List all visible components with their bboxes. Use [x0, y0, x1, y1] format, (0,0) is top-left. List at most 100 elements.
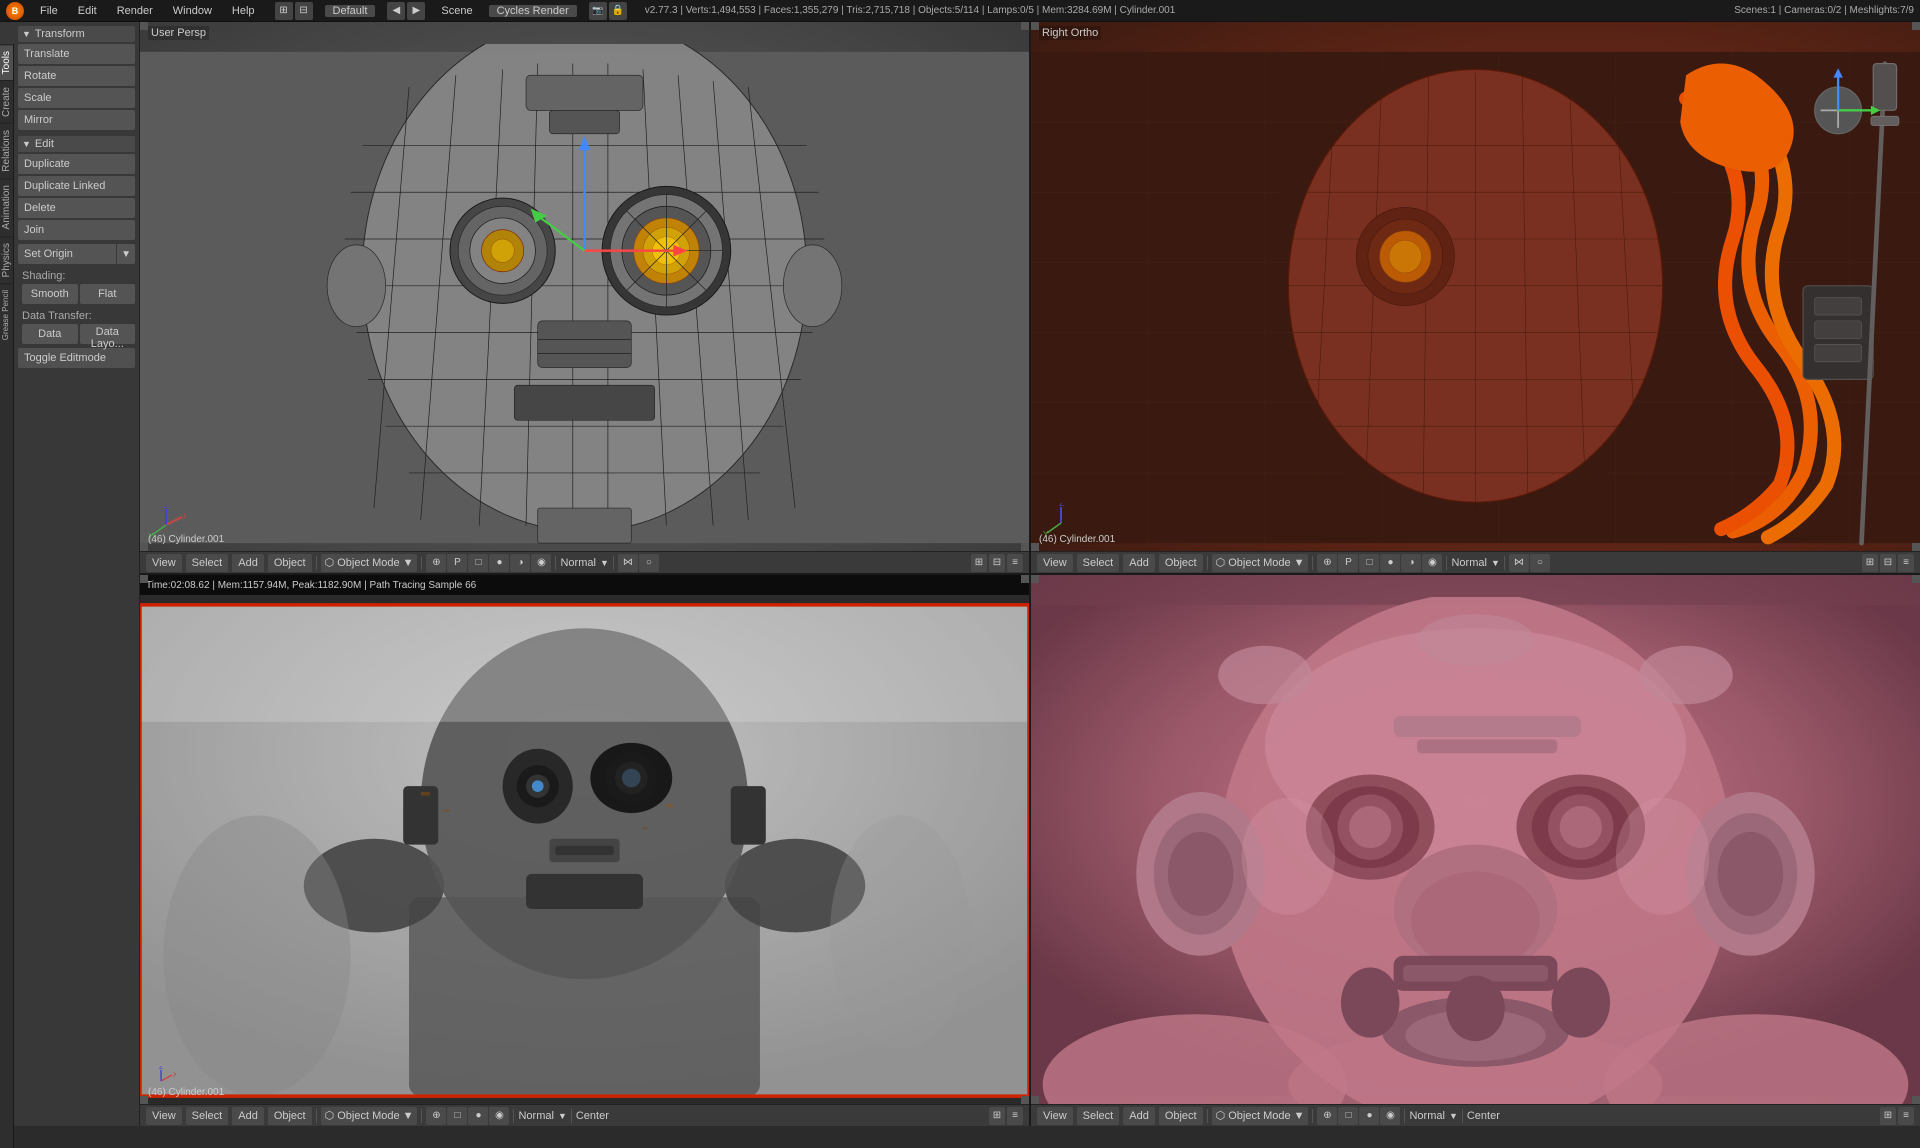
vp-tr-mode[interactable]: ⬡ Object Mode ▼ [1212, 554, 1309, 572]
perspective-btn[interactable]: P [447, 554, 467, 572]
tr-r3[interactable]: ≡ [1898, 554, 1914, 572]
translate-button[interactable]: Translate [18, 44, 135, 64]
duplicate-linked-button[interactable]: Duplicate Linked [18, 176, 135, 196]
bl-icon1[interactable]: ⊕ [426, 1107, 446, 1125]
br-icon3[interactable]: ● [1359, 1107, 1379, 1125]
corner-resize-bl[interactable] [140, 543, 148, 551]
br-r1[interactable]: ⊞ [1880, 1107, 1896, 1125]
corner-resize-br-tl[interactable] [1031, 575, 1039, 583]
corner-resize-tr-tr[interactable] [1912, 22, 1920, 30]
tr-icon2[interactable]: P [1338, 554, 1358, 572]
tr-icon6[interactable]: ◉ [1422, 554, 1442, 572]
bl-icon2[interactable]: □ [447, 1107, 467, 1125]
tr-r2[interactable]: ⊟ [1880, 554, 1896, 572]
vp-br-select-btn[interactable]: Select [1077, 1107, 1120, 1125]
vp-topleft-select-btn[interactable]: Select [186, 554, 229, 572]
menu-file[interactable]: File [36, 5, 62, 17]
render-camera-icon[interactable]: 📷 [589, 2, 607, 20]
corner-resize-bl-br[interactable] [1021, 1096, 1029, 1104]
tr-snap[interactable]: ⋈ [1509, 554, 1529, 572]
set-origin-button[interactable]: Set Origin [18, 244, 116, 264]
menu-help[interactable]: Help [228, 5, 259, 17]
vp-bl-object-btn[interactable]: Object [268, 1107, 312, 1125]
corner-resize-tr[interactable] [1021, 22, 1029, 30]
br-icon4[interactable]: ◉ [1380, 1107, 1400, 1125]
vtab-create[interactable]: Create [0, 80, 13, 123]
vp-tr-object-btn[interactable]: Object [1159, 554, 1203, 572]
vp-topleft-add-btn[interactable]: Add [232, 554, 264, 572]
flat-button[interactable]: Flat [80, 284, 136, 304]
rotate-button[interactable]: Rotate [18, 66, 135, 86]
scene-manage-1[interactable]: ◀ [387, 2, 405, 20]
viewport-bottomleft[interactable]: Time:02:08.62 | Mem:1157.94M, Peak:1182.… [140, 575, 1029, 1126]
render-engine[interactable]: Cycles Render [489, 5, 577, 17]
tr-r1[interactable]: ⊞ [1862, 554, 1878, 572]
tr-prop[interactable]: ○ [1530, 554, 1550, 572]
icon-r3[interactable]: ≡ [1007, 554, 1023, 572]
scene-selector[interactable]: Scene [437, 5, 476, 17]
vp-topleft-view-btn[interactable]: View [146, 554, 182, 572]
viewport-topleft[interactable]: User Persp (46) Cylinder.001 X Z Y View … [140, 22, 1029, 573]
scale-button[interactable]: Scale [18, 88, 135, 108]
vtab-relations[interactable]: Relations [0, 123, 13, 178]
tr-icon1[interactable]: ⊕ [1317, 554, 1337, 572]
corner-resize-tr-tl[interactable] [1031, 22, 1039, 30]
corner-resize-bl-tr[interactable] [1021, 575, 1029, 583]
bl-r2[interactable]: ≡ [1007, 1107, 1023, 1125]
corner-resize-tr-bl[interactable] [1031, 543, 1039, 551]
scene-manage-2[interactable]: ▶ [407, 2, 425, 20]
vtab-grease[interactable]: Grease Pencil [0, 283, 13, 346]
vtab-animation[interactable]: Animation [0, 178, 13, 235]
menu-window[interactable]: Window [169, 5, 216, 17]
vp-bl-mode[interactable]: ⬡ Object Mode ▼ [321, 1107, 418, 1125]
br-icon1[interactable]: ⊕ [1317, 1107, 1337, 1125]
snap-btn[interactable]: ⋈ [618, 554, 638, 572]
vp-br-view-btn[interactable]: View [1037, 1107, 1073, 1125]
corner-resize-br-br[interactable] [1912, 1096, 1920, 1104]
viewport-topright[interactable]: Right Ortho (46) Cylinder.001 Z Y View S… [1031, 22, 1920, 573]
corner-resize-br[interactable] [1021, 543, 1029, 551]
vp-tr-select-btn[interactable]: Select [1077, 554, 1120, 572]
bl-icon4[interactable]: ◉ [489, 1107, 509, 1125]
vtab-tools[interactable]: Tools [0, 44, 13, 80]
data-layo-button[interactable]: Data Layo... [80, 324, 136, 344]
vp-tr-view-btn[interactable]: View [1037, 554, 1073, 572]
vp-topleft-object-btn[interactable]: Object [268, 554, 312, 572]
delete-button[interactable]: Delete [18, 198, 135, 218]
render-btn[interactable]: ◉ [531, 554, 551, 572]
proportional-btn[interactable]: ○ [639, 554, 659, 572]
corner-resize-br-bl[interactable] [1031, 1096, 1039, 1104]
menu-render[interactable]: Render [113, 5, 157, 17]
corner-resize-bl-bl[interactable] [140, 1096, 148, 1104]
global-local-btn[interactable]: ⊕ [426, 554, 446, 572]
vp-bl-select-btn[interactable]: Select [186, 1107, 229, 1125]
corner-resize-tr-br[interactable] [1912, 543, 1920, 551]
icon-r1[interactable]: ⊞ [971, 554, 987, 572]
workspace-selector[interactable]: Default [325, 5, 376, 17]
icon-r2[interactable]: ⊟ [989, 554, 1005, 572]
vp-bl-view-btn[interactable]: View [146, 1107, 182, 1125]
bl-icon3[interactable]: ● [468, 1107, 488, 1125]
tr-icon3[interactable]: □ [1359, 554, 1379, 572]
wireframe-btn[interactable]: □ [468, 554, 488, 572]
smooth-button[interactable]: Smooth [22, 284, 78, 304]
mirror-button[interactable]: Mirror [18, 110, 135, 130]
vp-tr-add-btn[interactable]: Add [1123, 554, 1155, 572]
corner-resize-br-tr[interactable] [1912, 575, 1920, 583]
vp-bl-add-btn[interactable]: Add [232, 1107, 264, 1125]
corner-resize-tl[interactable] [140, 22, 148, 30]
vp-br-mode[interactable]: ⬡ Object Mode ▼ [1212, 1107, 1309, 1125]
workspace-icon-1[interactable]: ⊞ [275, 2, 293, 20]
solid-btn[interactable]: ● [489, 554, 509, 572]
render-lock-icon[interactable]: 🔒 [609, 2, 627, 20]
data-button[interactable]: Data [22, 324, 78, 344]
workspace-icon-2[interactable]: ⊟ [295, 2, 313, 20]
toggle-editmode-button[interactable]: Toggle Editmode [18, 348, 135, 368]
viewport-bottomright[interactable]: View Select Add Object ⬡ Object Mode ▼ ⊕… [1031, 575, 1920, 1126]
set-origin-arrow-button[interactable]: ▼ [117, 244, 135, 264]
br-r2[interactable]: ≡ [1898, 1107, 1914, 1125]
vp-br-object-btn[interactable]: Object [1159, 1107, 1203, 1125]
vp-br-add-btn[interactable]: Add [1123, 1107, 1155, 1125]
tr-icon5[interactable]: ◑ [1401, 554, 1421, 572]
transform-section-header[interactable]: ▼ Transform [18, 26, 135, 42]
